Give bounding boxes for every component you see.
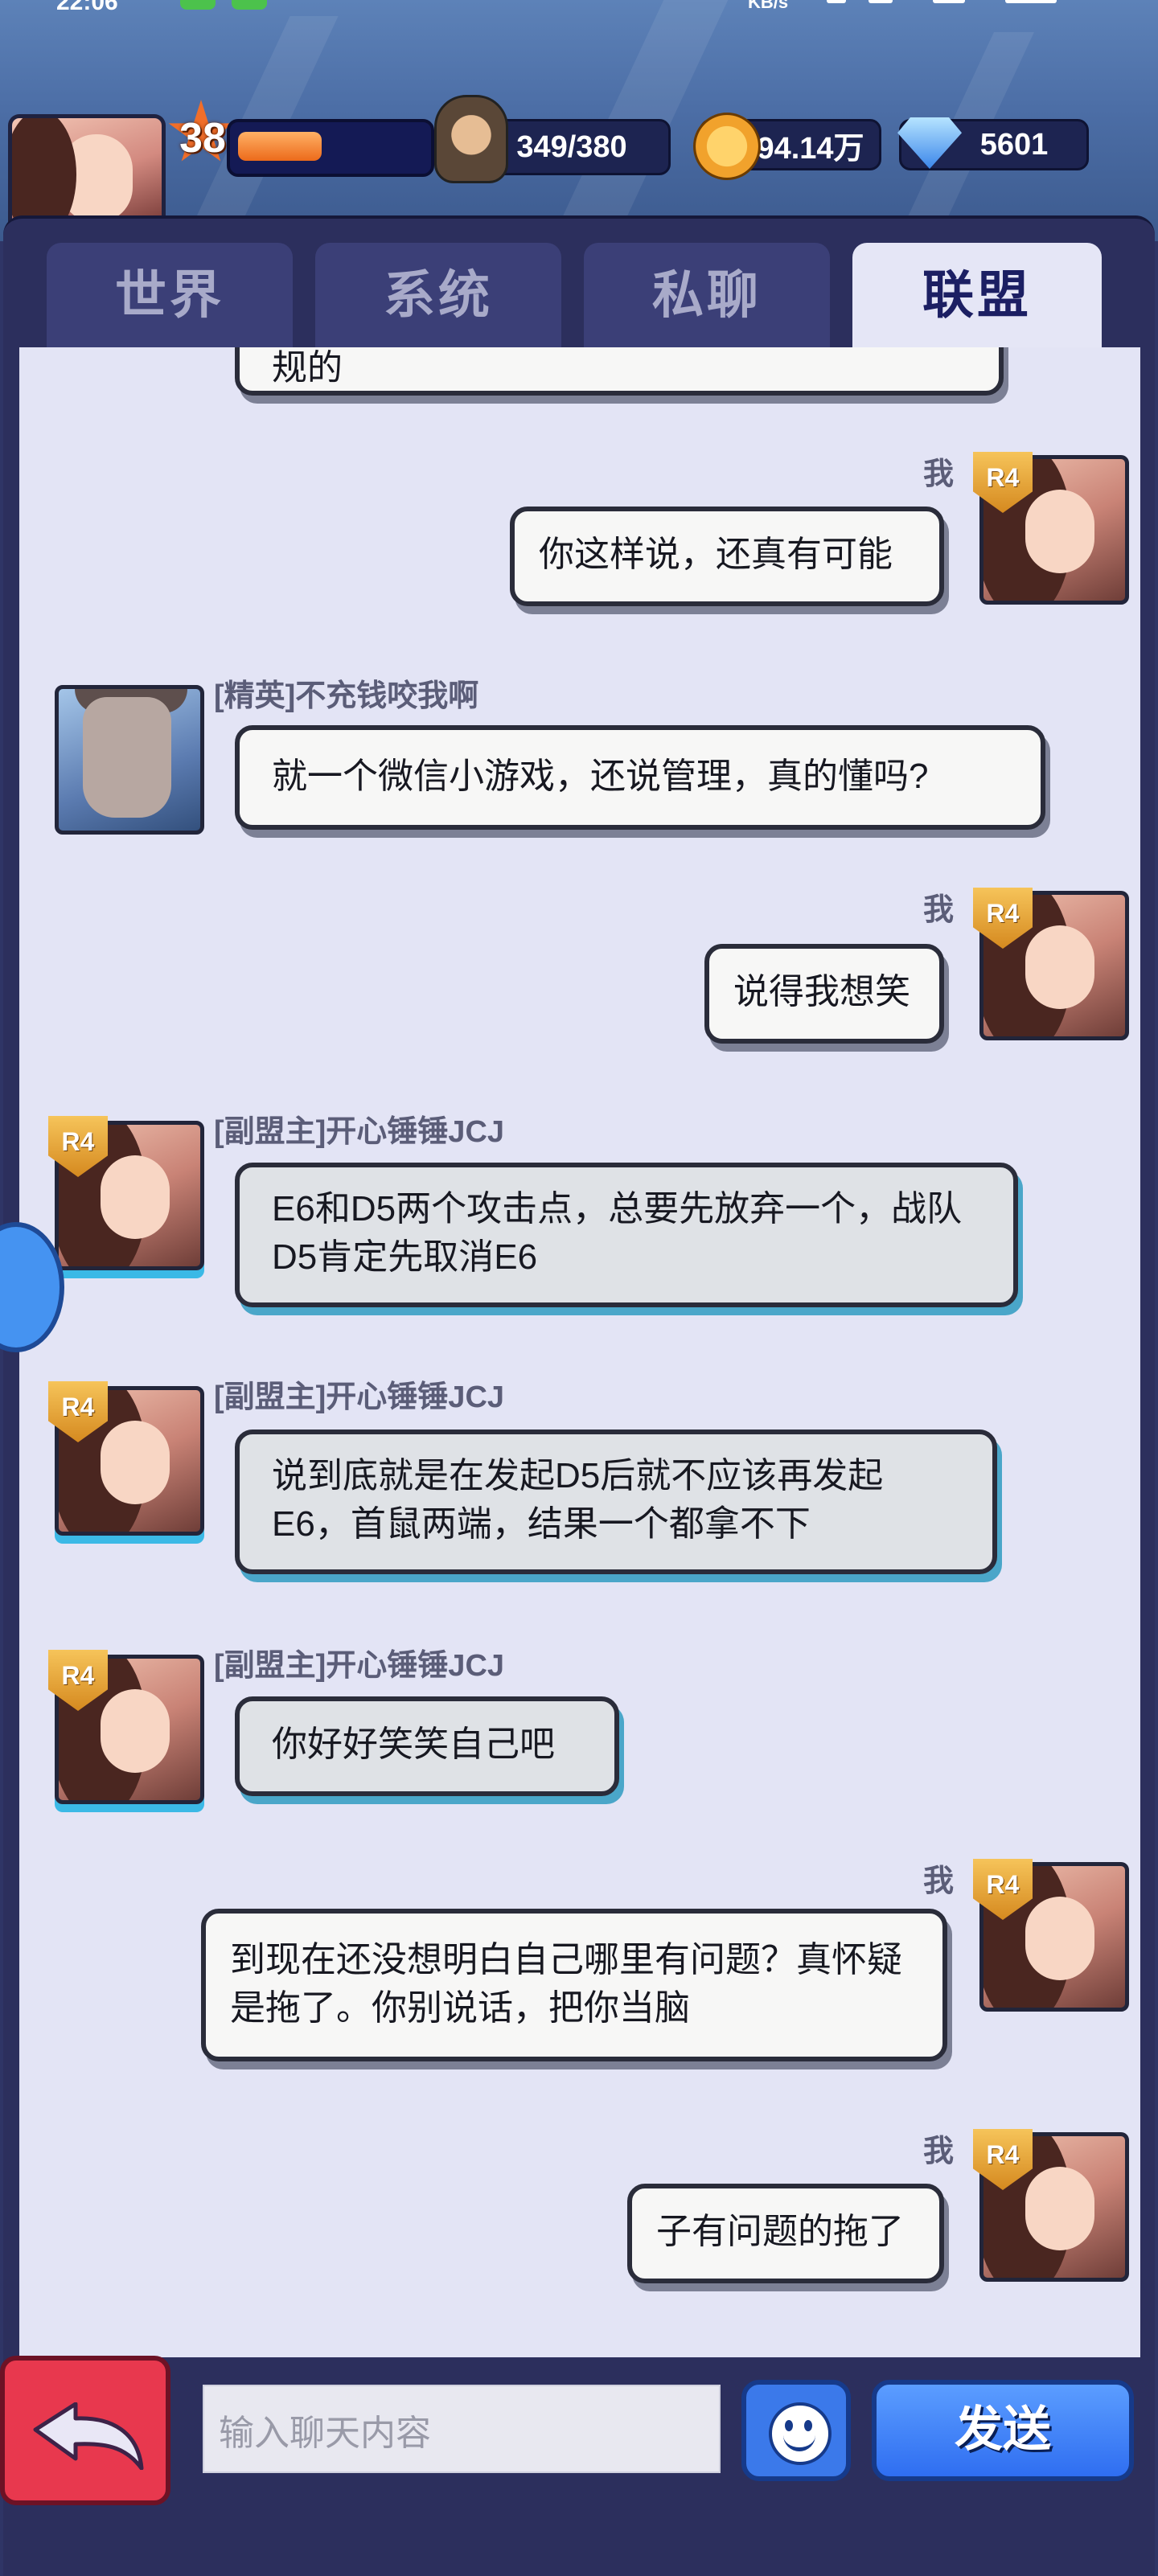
back-button[interactable] (0, 2356, 170, 2505)
message-text: 你这样说，还真有可能 (539, 535, 893, 574)
message-bubble-partial: 规的 (235, 347, 1004, 396)
caveman-icon (434, 95, 508, 183)
message-bubble: 说到底就是在发起D5后就不应该再发起E6，首鼠两端，结果一个都拿不下 (235, 1430, 997, 1574)
tab-alliance[interactable]: 联盟 (852, 243, 1102, 347)
xp-fill (238, 132, 322, 161)
sender-name: 我 (923, 893, 955, 927)
message-text: 到现在还没想明白自己哪里有问题？真怀疑是拖了。你别说话，把你当脑 (230, 1940, 902, 2028)
message-text: 说到底就是在发起D5后就不应该再发起E6，首鼠两端，结果一个都拿不下 (272, 1456, 884, 1544)
message-text: 说得我想笑 (733, 972, 910, 1011)
message-bubble: 到现在还没想明白自己哪里有问题？真怀疑是拖了。你别说话，把你当脑 (201, 1909, 947, 2061)
chat-input[interactable]: 输入聊天内容 (203, 2385, 721, 2473)
signal-battery-icons (804, 0, 1094, 8)
smiley-icon (769, 2402, 832, 2465)
player-avatar[interactable] (8, 114, 166, 223)
message-bubble: 子有问题的拖了 (627, 2184, 944, 2283)
sender-name: 我 (923, 1864, 955, 1898)
chat-panel: 世界 系统 私聊 联盟 规的 我 R4 你这样说，还真有可能 [精英]不充钱咬我… (3, 215, 1155, 2576)
message-text: 就一个微信小游戏，还说管理，真的懂吗? (272, 757, 929, 796)
message-text: E6和D5两个攻击点，总要先放弃一个，战队D5肯定先取消E6 (272, 1189, 963, 1277)
player-level: 38 (179, 115, 226, 162)
message-text: 规的 (272, 348, 343, 388)
notification-icon (180, 0, 216, 10)
status-time: 22:06 (56, 0, 118, 15)
back-arrow-icon (33, 2402, 144, 2470)
tab-world[interactable]: 世界 (47, 243, 293, 347)
xp-bar (227, 119, 434, 177)
chat-message-list[interactable]: 规的 我 R4 你这样说，还真有可能 [精英]不充钱咬我啊 就一个微信小游戏，还… (19, 347, 1140, 2357)
sender-name: [副盟主]开心锤锤JCJ (214, 1115, 505, 1149)
message-bubble: 你好好笑笑自己吧 (235, 1696, 619, 1796)
sender-name: 我 (923, 2135, 955, 2168)
network-speed: KB/s (748, 0, 789, 12)
tab-private[interactable]: 私聊 (584, 243, 830, 347)
message-text: 子有问题的拖了 (656, 2212, 904, 2251)
message-bubble: 说得我想笑 (704, 944, 944, 1044)
send-button[interactable]: 发送 (872, 2380, 1134, 2481)
sender-name: 我 (923, 457, 955, 491)
avatar[interactable] (55, 685, 204, 835)
chat-tabs: 世界 系统 私聊 联盟 (47, 243, 1145, 347)
sender-name: [副盟主]开心锤锤JCJ (214, 1380, 505, 1414)
message-bubble: 你这样说，还真有可能 (510, 507, 944, 606)
sender-name: [精英]不充钱咬我啊 (214, 679, 479, 713)
sender-name: [副盟主]开心锤锤JCJ (214, 1649, 505, 1683)
message-bubble: 就一个微信小游戏，还说管理，真的懂吗? (235, 725, 1045, 830)
message-text: 你好好笑笑自己吧 (272, 1725, 555, 1764)
tab-system[interactable]: 系统 (315, 243, 561, 347)
status-bar: 22:06 KB/s (0, 0, 1158, 15)
notification-icon (232, 0, 267, 10)
emoji-button[interactable] (741, 2380, 851, 2481)
coin-icon (693, 113, 761, 180)
message-bubble: E6和D5两个攻击点，总要先放弃一个，战队D5肯定先取消E6 (235, 1163, 1018, 1307)
